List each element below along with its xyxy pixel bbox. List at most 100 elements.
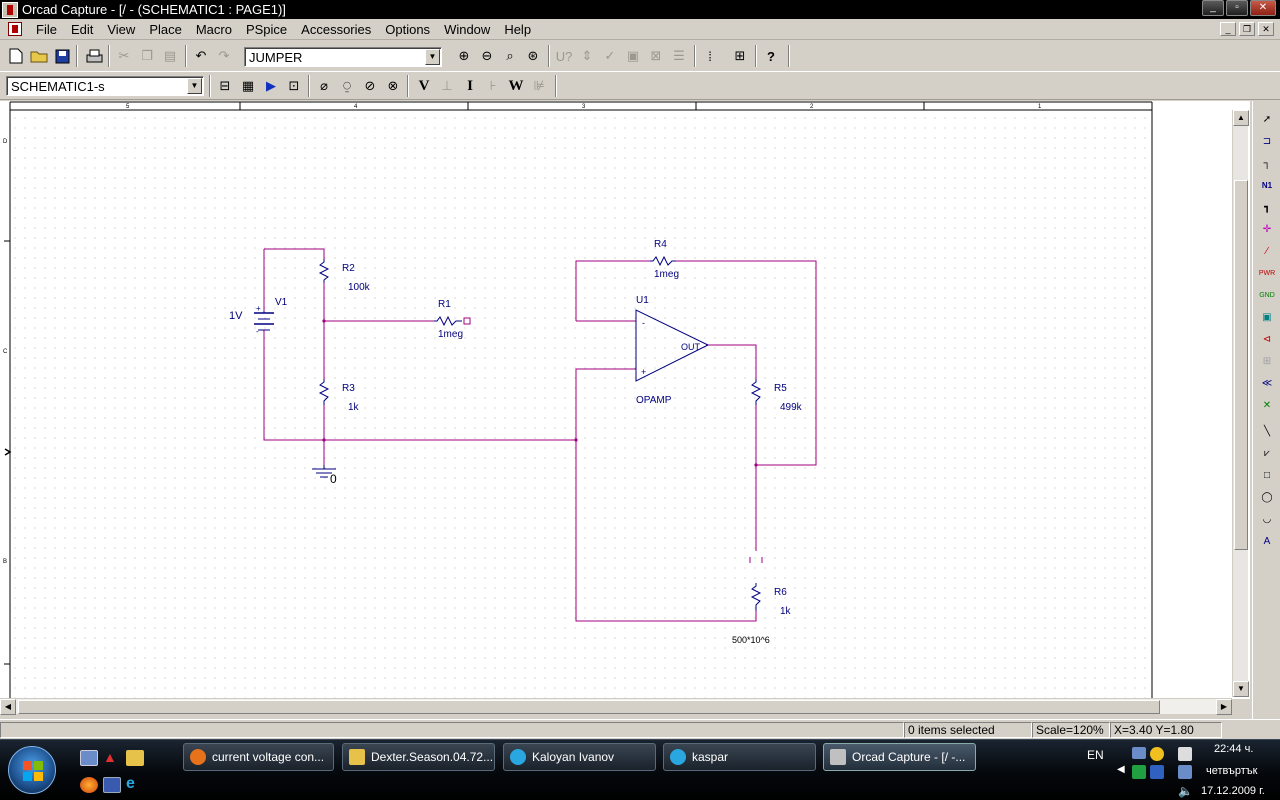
internet-explorer-icon[interactable]: e bbox=[126, 776, 144, 793]
snap-to-grid-icon[interactable]: ⁞ bbox=[699, 45, 721, 67]
cut-icon[interactable]: ✂ bbox=[113, 45, 135, 67]
place-bus-icon[interactable]: ┓ bbox=[1256, 197, 1278, 217]
toggle-current-icon[interactable]: ⊦ bbox=[482, 75, 504, 97]
menu-options[interactable]: Options bbox=[379, 22, 438, 37]
bom-icon[interactable]: ☰ bbox=[668, 45, 690, 67]
tray-status-icon[interactable] bbox=[1132, 765, 1146, 779]
winamp-icon[interactable] bbox=[126, 750, 144, 766]
place-off-page-connector-icon[interactable]: ≪ bbox=[1256, 373, 1278, 393]
zoom-out-icon[interactable]: ⊖ bbox=[476, 45, 498, 67]
firefox-icon[interactable] bbox=[80, 777, 98, 793]
my-computer-icon[interactable] bbox=[103, 777, 121, 793]
vertical-scroll-thumb[interactable] bbox=[1234, 180, 1248, 550]
differential-probe-icon[interactable]: ⍜ bbox=[336, 75, 358, 97]
paste-icon[interactable]: ▤ bbox=[159, 45, 181, 67]
zoom-area-icon[interactable]: ⌕ bbox=[499, 45, 521, 67]
power-probe-icon[interactable]: ⊗ bbox=[382, 75, 404, 97]
place-hierarchical-block-icon[interactable]: ▣ bbox=[1256, 307, 1278, 327]
view-simulation-results-icon[interactable]: ⊡ bbox=[283, 75, 305, 97]
netlist-icon[interactable]: ▣ bbox=[622, 45, 644, 67]
tray-battery-icon[interactable] bbox=[1178, 747, 1192, 761]
menu-accessories[interactable]: Accessories bbox=[295, 22, 379, 37]
scroll-up-icon[interactable]: ▲ bbox=[1233, 110, 1249, 126]
taskbar-item-dexter[interactable]: Dexter.Season.04.72... bbox=[342, 743, 495, 771]
toggle-power-icon[interactable]: ⊯ bbox=[528, 75, 550, 97]
taskbar-item-skype-kaspar[interactable]: kaspar bbox=[663, 743, 816, 771]
taskbar-item-firefox[interactable]: current voltage con... bbox=[183, 743, 334, 771]
copy-icon[interactable]: ❐ bbox=[136, 45, 158, 67]
tray-app-icon[interactable] bbox=[1150, 747, 1164, 761]
taskbar-item-orcad[interactable]: Orcad Capture - [/ -... bbox=[823, 743, 976, 771]
close-button[interactable]: ✕ bbox=[1250, 0, 1276, 16]
place-no-connect-icon[interactable]: ✕ bbox=[1256, 395, 1278, 415]
maximize-button[interactable]: ▫ bbox=[1226, 0, 1248, 16]
schematic-canvas[interactable]: 5 4 3 2 1 D C B R2 100k V1 1V + - R1 1me… bbox=[0, 101, 1250, 699]
enable-bias-power-button[interactable]: W bbox=[505, 75, 527, 97]
minimize-button[interactable]: _ bbox=[1202, 0, 1224, 16]
menu-pspice[interactable]: PSpice bbox=[240, 22, 295, 37]
language-indicator[interactable]: EN bbox=[1087, 748, 1104, 762]
clock-date[interactable]: 17.12.2009 г. bbox=[1201, 785, 1265, 797]
part-combo[interactable]: JUMPER ▼ bbox=[244, 47, 442, 67]
select-arrow-icon[interactable]: ➚ bbox=[1256, 109, 1278, 129]
place-part-icon[interactable]: ⊐ bbox=[1256, 131, 1278, 151]
scroll-right-icon[interactable]: ▶ bbox=[1216, 699, 1232, 715]
place-net-alias-icon[interactable]: N1 bbox=[1256, 175, 1278, 195]
show-hidden-icons-icon[interactable]: ◀ bbox=[1117, 764, 1125, 775]
menu-edit[interactable]: Edit bbox=[65, 22, 101, 37]
new-simulation-profile-icon[interactable]: ⊟ bbox=[214, 75, 236, 97]
scroll-down-icon[interactable]: ▼ bbox=[1233, 681, 1249, 697]
print-icon[interactable] bbox=[83, 45, 105, 67]
new-icon[interactable] bbox=[5, 45, 27, 67]
alert-icon[interactable]: ▲ bbox=[103, 750, 121, 766]
place-port-icon[interactable]: ⊲ bbox=[1256, 329, 1278, 349]
place-polyline-icon[interactable]: ⩗ bbox=[1256, 443, 1278, 463]
annotate-icon[interactable]: U? bbox=[553, 45, 575, 67]
clock-time[interactable]: 22:44 ч. bbox=[1214, 743, 1253, 755]
edit-simulation-settings-icon[interactable]: ▦ bbox=[237, 75, 259, 97]
current-probe-icon[interactable]: ⊘ bbox=[359, 75, 381, 97]
doc-minimize-button[interactable]: _ bbox=[1220, 22, 1236, 36]
zoom-in-icon[interactable]: ⊕ bbox=[453, 45, 475, 67]
place-bus-entry-icon[interactable]: ⁄ bbox=[1256, 241, 1278, 261]
enable-bias-voltage-button[interactable]: V bbox=[413, 75, 435, 97]
back-annotate-icon[interactable]: ⇕ bbox=[576, 45, 598, 67]
chevron-down-icon[interactable]: ▼ bbox=[425, 49, 440, 65]
horizontal-scroll-thumb[interactable] bbox=[18, 700, 1160, 714]
menu-window[interactable]: Window bbox=[438, 22, 498, 37]
menu-file[interactable]: File bbox=[30, 22, 65, 37]
volume-icon[interactable]: 🔈 bbox=[1178, 784, 1193, 798]
network-icon[interactable] bbox=[1132, 747, 1146, 759]
run-simulation-icon[interactable]: ▶ bbox=[260, 75, 282, 97]
place-rectangle-icon[interactable]: □ bbox=[1256, 465, 1278, 485]
menu-place[interactable]: Place bbox=[143, 22, 190, 37]
scroll-left-icon[interactable]: ◀ bbox=[0, 699, 16, 715]
place-power-icon[interactable]: PWR bbox=[1256, 263, 1278, 283]
place-arc-icon[interactable]: ◡ bbox=[1256, 509, 1278, 529]
doc-restore-button[interactable]: ❐ bbox=[1239, 22, 1255, 36]
place-text-icon[interactable]: A bbox=[1256, 531, 1278, 551]
help-icon[interactable]: ? bbox=[760, 45, 782, 67]
place-ground-icon[interactable]: GND bbox=[1256, 285, 1278, 305]
save-icon[interactable] bbox=[51, 45, 73, 67]
menu-help[interactable]: Help bbox=[498, 22, 539, 37]
show-desktop-icon[interactable] bbox=[80, 750, 98, 766]
enable-bias-current-button[interactable]: I bbox=[459, 75, 481, 97]
taskbar-item-skype-kaloyan[interactable]: Kaloyan Ivanov bbox=[503, 743, 656, 771]
menu-macro[interactable]: Macro bbox=[190, 22, 240, 37]
tray-monitor-icon[interactable] bbox=[1178, 765, 1192, 779]
zoom-all-icon[interactable]: ⊛ bbox=[522, 45, 544, 67]
vertical-scrollbar[interactable]: ▲ ▼ bbox=[1232, 110, 1249, 697]
place-ellipse-icon[interactable]: ◯ bbox=[1256, 487, 1278, 507]
cross-reference-icon[interactable]: ⊠ bbox=[645, 45, 667, 67]
document-icon[interactable] bbox=[8, 22, 22, 36]
place-line-icon[interactable]: ╲ bbox=[1256, 421, 1278, 441]
drc-icon[interactable]: ✓ bbox=[599, 45, 621, 67]
start-button[interactable] bbox=[8, 746, 56, 794]
menu-view[interactable]: View bbox=[101, 22, 143, 37]
clock-day[interactable]: четвъртък bbox=[1206, 765, 1257, 777]
chevron-down-icon[interactable]: ▼ bbox=[187, 78, 202, 94]
toggle-voltage-icon[interactable]: ⊥ bbox=[436, 75, 458, 97]
doc-close-button[interactable]: ✕ bbox=[1258, 22, 1274, 36]
project-manager-icon[interactable]: ⊞ bbox=[729, 45, 751, 67]
